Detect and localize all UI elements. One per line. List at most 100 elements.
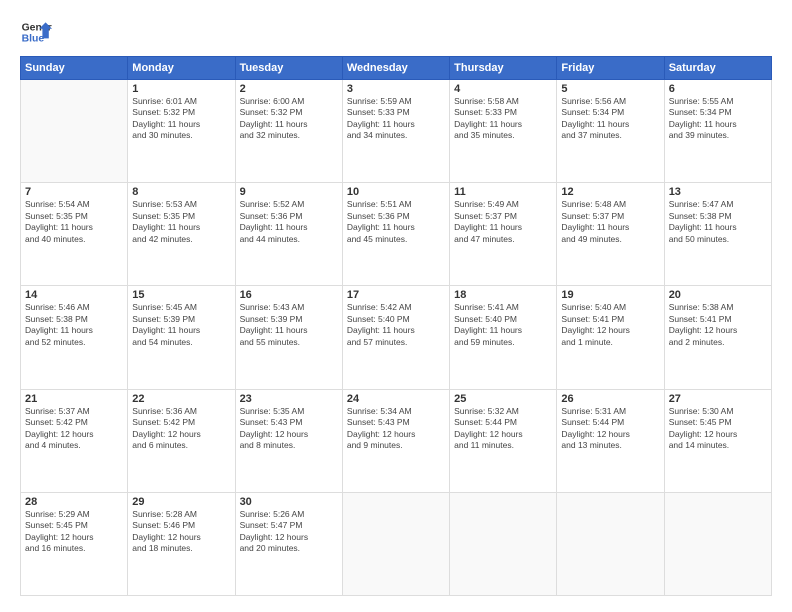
day-info: Sunrise: 5:34 AM Sunset: 5:43 PM Dayligh… [347,406,445,452]
day-number: 22 [132,393,230,405]
day-number: 29 [132,496,230,508]
day-number: 17 [347,289,445,301]
day-header-tuesday: Tuesday [235,57,342,80]
calendar-cell: 26Sunrise: 5:31 AM Sunset: 5:44 PM Dayli… [557,389,664,492]
day-header-saturday: Saturday [664,57,771,80]
calendar-cell: 28Sunrise: 5:29 AM Sunset: 5:45 PM Dayli… [21,492,128,595]
calendar-cell: 29Sunrise: 5:28 AM Sunset: 5:46 PM Dayli… [128,492,235,595]
calendar-cell: 15Sunrise: 5:45 AM Sunset: 5:39 PM Dayli… [128,286,235,389]
calendar-header-row: SundayMondayTuesdayWednesdayThursdayFrid… [21,57,772,80]
day-info: Sunrise: 5:47 AM Sunset: 5:38 PM Dayligh… [669,199,767,245]
day-number: 1 [132,83,230,95]
calendar-cell: 17Sunrise: 5:42 AM Sunset: 5:40 PM Dayli… [342,286,449,389]
day-info: Sunrise: 5:56 AM Sunset: 5:34 PM Dayligh… [561,96,659,142]
day-info: Sunrise: 5:42 AM Sunset: 5:40 PM Dayligh… [347,302,445,348]
svg-text:Blue: Blue [22,34,45,45]
day-info: Sunrise: 5:41 AM Sunset: 5:40 PM Dayligh… [454,302,552,348]
day-header-sunday: Sunday [21,57,128,80]
calendar-cell: 12Sunrise: 5:48 AM Sunset: 5:37 PM Dayli… [557,183,664,286]
day-number: 23 [240,393,338,405]
calendar-cell: 30Sunrise: 5:26 AM Sunset: 5:47 PM Dayli… [235,492,342,595]
calendar-cell: 27Sunrise: 5:30 AM Sunset: 5:45 PM Dayli… [664,389,771,492]
day-header-friday: Friday [557,57,664,80]
day-number: 13 [669,186,767,198]
calendar-cell: 7Sunrise: 5:54 AM Sunset: 5:35 PM Daylig… [21,183,128,286]
calendar-cell: 18Sunrise: 5:41 AM Sunset: 5:40 PM Dayli… [450,286,557,389]
calendar-cell: 11Sunrise: 5:49 AM Sunset: 5:37 PM Dayli… [450,183,557,286]
day-number: 27 [669,393,767,405]
calendar-cell [450,492,557,595]
calendar-cell: 4Sunrise: 5:58 AM Sunset: 5:33 PM Daylig… [450,80,557,183]
calendar-cell: 10Sunrise: 5:51 AM Sunset: 5:36 PM Dayli… [342,183,449,286]
calendar-week-2: 7Sunrise: 5:54 AM Sunset: 5:35 PM Daylig… [21,183,772,286]
calendar-week-1: 1Sunrise: 6:01 AM Sunset: 5:32 PM Daylig… [21,80,772,183]
day-number: 18 [454,289,552,301]
calendar-week-4: 21Sunrise: 5:37 AM Sunset: 5:42 PM Dayli… [21,389,772,492]
day-info: Sunrise: 5:40 AM Sunset: 5:41 PM Dayligh… [561,302,659,348]
day-info: Sunrise: 5:43 AM Sunset: 5:39 PM Dayligh… [240,302,338,348]
header: General Blue [20,16,772,48]
day-number: 11 [454,186,552,198]
calendar-cell: 22Sunrise: 5:36 AM Sunset: 5:42 PM Dayli… [128,389,235,492]
day-info: Sunrise: 6:00 AM Sunset: 5:32 PM Dayligh… [240,96,338,142]
day-number: 25 [454,393,552,405]
day-number: 20 [669,289,767,301]
day-number: 28 [25,496,123,508]
calendar-cell: 20Sunrise: 5:38 AM Sunset: 5:41 PM Dayli… [664,286,771,389]
day-info: Sunrise: 5:55 AM Sunset: 5:34 PM Dayligh… [669,96,767,142]
day-info: Sunrise: 5:52 AM Sunset: 5:36 PM Dayligh… [240,199,338,245]
day-number: 5 [561,83,659,95]
day-info: Sunrise: 5:29 AM Sunset: 5:45 PM Dayligh… [25,509,123,555]
day-info: Sunrise: 5:36 AM Sunset: 5:42 PM Dayligh… [132,406,230,452]
calendar-cell: 8Sunrise: 5:53 AM Sunset: 5:35 PM Daylig… [128,183,235,286]
day-info: Sunrise: 5:46 AM Sunset: 5:38 PM Dayligh… [25,302,123,348]
calendar-cell: 3Sunrise: 5:59 AM Sunset: 5:33 PM Daylig… [342,80,449,183]
day-info: Sunrise: 5:54 AM Sunset: 5:35 PM Dayligh… [25,199,123,245]
day-info: Sunrise: 5:48 AM Sunset: 5:37 PM Dayligh… [561,199,659,245]
day-header-monday: Monday [128,57,235,80]
day-info: Sunrise: 5:49 AM Sunset: 5:37 PM Dayligh… [454,199,552,245]
day-info: Sunrise: 5:31 AM Sunset: 5:44 PM Dayligh… [561,406,659,452]
calendar-cell: 9Sunrise: 5:52 AM Sunset: 5:36 PM Daylig… [235,183,342,286]
calendar-cell [21,80,128,183]
day-info: Sunrise: 5:59 AM Sunset: 5:33 PM Dayligh… [347,96,445,142]
calendar: SundayMondayTuesdayWednesdayThursdayFrid… [20,56,772,596]
calendar-cell [664,492,771,595]
day-number: 6 [669,83,767,95]
calendar-cell: 13Sunrise: 5:47 AM Sunset: 5:38 PM Dayli… [664,183,771,286]
day-info: Sunrise: 5:45 AM Sunset: 5:39 PM Dayligh… [132,302,230,348]
day-number: 9 [240,186,338,198]
day-number: 15 [132,289,230,301]
day-header-thursday: Thursday [450,57,557,80]
calendar-cell: 21Sunrise: 5:37 AM Sunset: 5:42 PM Dayli… [21,389,128,492]
day-number: 8 [132,186,230,198]
calendar-cell: 24Sunrise: 5:34 AM Sunset: 5:43 PM Dayli… [342,389,449,492]
day-info: Sunrise: 5:32 AM Sunset: 5:44 PM Dayligh… [454,406,552,452]
calendar-cell: 23Sunrise: 5:35 AM Sunset: 5:43 PM Dayli… [235,389,342,492]
logo-icon: General Blue [20,16,52,48]
day-info: Sunrise: 5:28 AM Sunset: 5:46 PM Dayligh… [132,509,230,555]
day-info: Sunrise: 5:26 AM Sunset: 5:47 PM Dayligh… [240,509,338,555]
day-number: 19 [561,289,659,301]
day-number: 14 [25,289,123,301]
calendar-cell: 5Sunrise: 5:56 AM Sunset: 5:34 PM Daylig… [557,80,664,183]
day-number: 26 [561,393,659,405]
day-number: 4 [454,83,552,95]
calendar-cell: 2Sunrise: 6:00 AM Sunset: 5:32 PM Daylig… [235,80,342,183]
calendar-cell: 6Sunrise: 5:55 AM Sunset: 5:34 PM Daylig… [664,80,771,183]
day-info: Sunrise: 5:35 AM Sunset: 5:43 PM Dayligh… [240,406,338,452]
calendar-cell [342,492,449,595]
calendar-cell: 19Sunrise: 5:40 AM Sunset: 5:41 PM Dayli… [557,286,664,389]
day-number: 7 [25,186,123,198]
day-number: 3 [347,83,445,95]
calendar-cell: 25Sunrise: 5:32 AM Sunset: 5:44 PM Dayli… [450,389,557,492]
calendar-week-3: 14Sunrise: 5:46 AM Sunset: 5:38 PM Dayli… [21,286,772,389]
day-info: Sunrise: 6:01 AM Sunset: 5:32 PM Dayligh… [132,96,230,142]
calendar-cell: 14Sunrise: 5:46 AM Sunset: 5:38 PM Dayli… [21,286,128,389]
day-info: Sunrise: 5:30 AM Sunset: 5:45 PM Dayligh… [669,406,767,452]
calendar-cell [557,492,664,595]
day-header-wednesday: Wednesday [342,57,449,80]
day-number: 10 [347,186,445,198]
day-number: 2 [240,83,338,95]
calendar-week-5: 28Sunrise: 5:29 AM Sunset: 5:45 PM Dayli… [21,492,772,595]
